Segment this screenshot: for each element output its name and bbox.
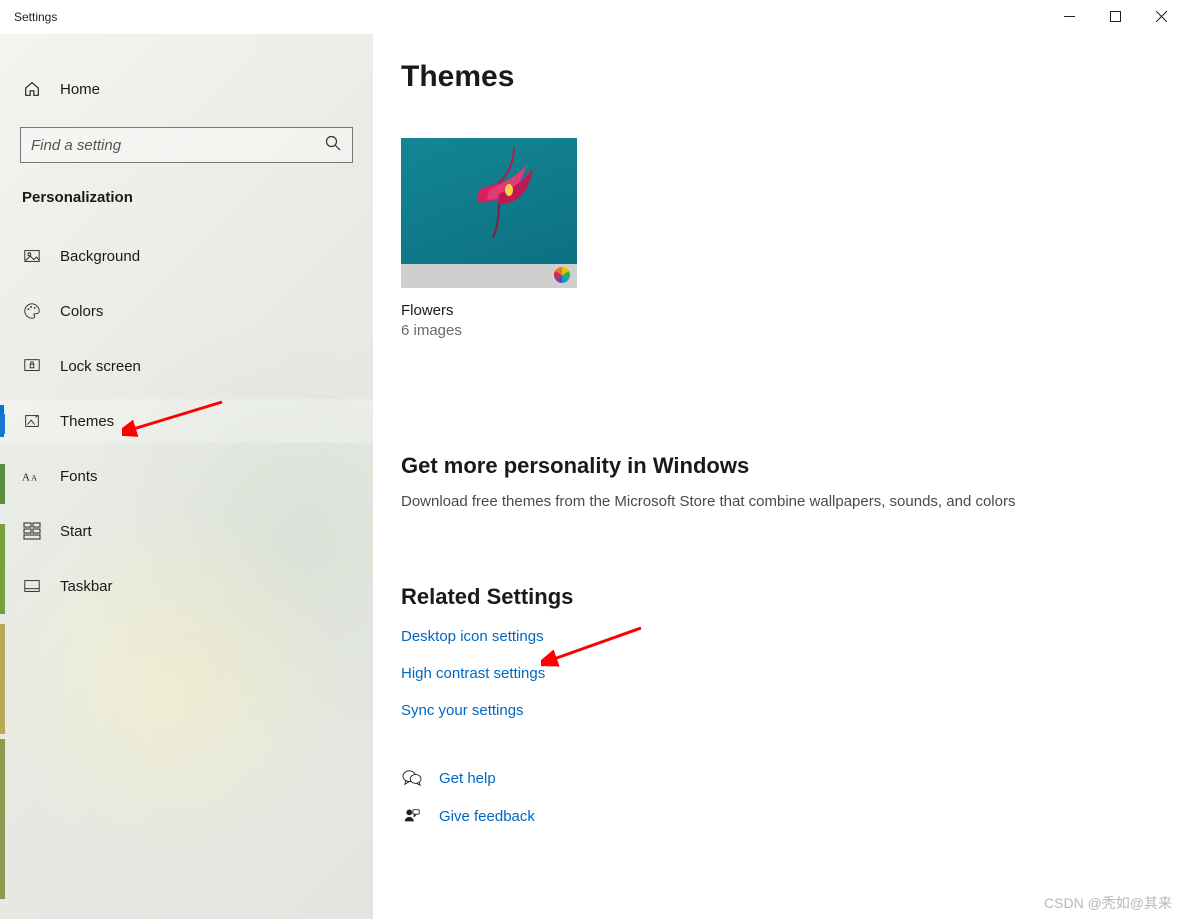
get-help-link[interactable]: Get help bbox=[401, 769, 1156, 787]
category-title: Personalization bbox=[0, 189, 373, 206]
fonts-icon: AA bbox=[22, 468, 42, 484]
sidebar-item-label: Themes bbox=[60, 413, 114, 430]
page-title: Themes bbox=[401, 60, 1156, 94]
theme-subtitle: 6 images bbox=[401, 322, 577, 339]
sidebar-item-start[interactable]: Start bbox=[0, 509, 373, 553]
start-icon bbox=[22, 522, 42, 540]
related-settings-title: Related Settings bbox=[401, 584, 1156, 610]
theme-name: Flowers bbox=[401, 302, 577, 319]
more-themes-desc: Download free themes from the Microsoft … bbox=[401, 493, 1156, 510]
edge-strip bbox=[0, 464, 5, 504]
link-desktop-icon-settings[interactable]: Desktop icon settings bbox=[401, 628, 1156, 645]
minimize-button[interactable] bbox=[1046, 0, 1092, 32]
sidebar-item-fonts[interactable]: AA Fonts bbox=[0, 454, 373, 498]
more-themes-title: Get more personality in Windows bbox=[401, 453, 1156, 479]
sidebar-item-label: Taskbar bbox=[60, 578, 113, 595]
link-high-contrast-settings[interactable]: High contrast settings bbox=[401, 665, 1156, 682]
home-button[interactable]: Home bbox=[0, 69, 373, 109]
theme-swatch-bar bbox=[401, 264, 577, 288]
sidebar-item-label: Background bbox=[60, 248, 140, 265]
more-themes-section: Get more personality in Windows Download… bbox=[401, 453, 1156, 510]
help-icon bbox=[401, 769, 423, 787]
sidebar-item-lock-screen[interactable]: Lock screen bbox=[0, 344, 373, 388]
sidebar-item-label: Start bbox=[60, 523, 92, 540]
edge-strip bbox=[0, 524, 5, 614]
sidebar-item-colors[interactable]: Colors bbox=[0, 289, 373, 333]
close-button[interactable] bbox=[1138, 0, 1184, 32]
sidebar-item-label: Lock screen bbox=[60, 358, 141, 375]
feedback-icon bbox=[401, 807, 423, 825]
color-wheel-icon bbox=[553, 266, 571, 284]
theme-thumbnail bbox=[401, 138, 577, 288]
maximize-icon bbox=[1110, 11, 1121, 22]
sidebar-item-taskbar[interactable]: Taskbar bbox=[0, 564, 373, 608]
window-title: Settings bbox=[0, 10, 57, 24]
related-settings-section: Related Settings Desktop icon settings H… bbox=[401, 584, 1156, 719]
taskbar-icon bbox=[22, 577, 42, 595]
get-help-label: Get help bbox=[439, 770, 496, 787]
lock-screen-icon bbox=[22, 357, 42, 375]
nav-list: Background Colors Lock screen Themes bbox=[0, 234, 373, 608]
give-feedback-label: Give feedback bbox=[439, 808, 535, 825]
picture-icon bbox=[22, 247, 42, 265]
link-sync-your-settings[interactable]: Sync your settings bbox=[401, 702, 1156, 719]
window-controls bbox=[1046, 0, 1184, 32]
close-icon bbox=[1156, 11, 1167, 22]
search-icon bbox=[325, 135, 341, 155]
sidebar: Home Personalization Background Colors bbox=[0, 34, 373, 919]
maximize-button[interactable] bbox=[1092, 0, 1138, 32]
search-input[interactable] bbox=[20, 127, 353, 163]
content: Themes bbox=[373, 34, 1184, 919]
minimize-icon bbox=[1064, 11, 1075, 22]
flower-illustration bbox=[459, 142, 569, 242]
edge-strip bbox=[0, 414, 5, 434]
home-label: Home bbox=[60, 81, 100, 98]
themes-icon bbox=[22, 412, 42, 430]
sidebar-item-label: Fonts bbox=[60, 468, 98, 485]
home-icon bbox=[22, 80, 42, 98]
svg-text:A: A bbox=[31, 474, 37, 483]
sidebar-item-themes[interactable]: Themes bbox=[0, 399, 373, 443]
title-bar: Settings bbox=[0, 0, 1184, 34]
theme-tile[interactable]: Flowers 6 images bbox=[401, 138, 577, 339]
sidebar-item-background[interactable]: Background bbox=[0, 234, 373, 278]
edge-strip bbox=[0, 739, 5, 899]
search-wrap bbox=[20, 127, 353, 163]
give-feedback-link[interactable]: Give feedback bbox=[401, 807, 1156, 825]
support-section: Get help Give feedback bbox=[401, 769, 1156, 825]
sidebar-item-label: Colors bbox=[60, 303, 103, 320]
palette-icon bbox=[22, 302, 42, 320]
edge-strip bbox=[0, 624, 5, 734]
svg-text:A: A bbox=[22, 472, 30, 484]
watermark: CSDN @秃如@其来 bbox=[1044, 893, 1172, 913]
